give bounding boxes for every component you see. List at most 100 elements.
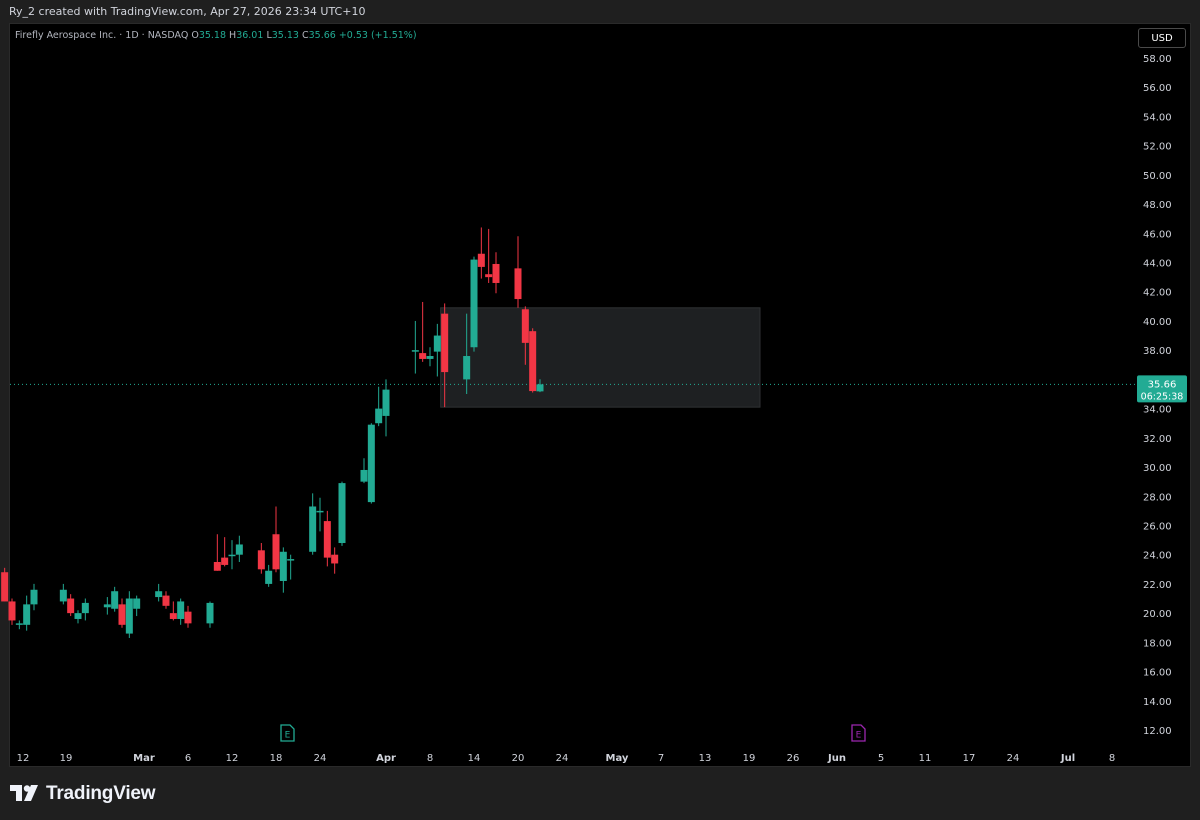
candle bbox=[338, 481, 346, 546]
candle-body bbox=[411, 350, 419, 352]
x-axis-label: 18 bbox=[270, 753, 283, 764]
earnings-marker[interactable]: E bbox=[280, 724, 295, 742]
candle-body bbox=[463, 356, 471, 380]
candle-body bbox=[492, 263, 500, 283]
candle-body bbox=[74, 613, 82, 619]
candle bbox=[331, 547, 339, 574]
candle-body bbox=[206, 602, 214, 624]
earnings-marker[interactable]: E bbox=[851, 724, 866, 742]
candle-body bbox=[1, 572, 9, 602]
brand-name: TradingView bbox=[46, 783, 156, 804]
earnings-label: E bbox=[285, 731, 291, 741]
x-axis-label: 13 bbox=[699, 753, 712, 764]
candle-body bbox=[323, 521, 331, 558]
candle bbox=[111, 586, 119, 612]
candle-body bbox=[521, 309, 529, 343]
y-axis-label: 38.00 bbox=[1143, 346, 1172, 357]
candle bbox=[309, 493, 317, 555]
candle-body bbox=[265, 570, 273, 584]
candle-body bbox=[419, 353, 427, 359]
candle bbox=[177, 598, 185, 625]
close-value: 35.66 bbox=[308, 30, 336, 41]
candle-body bbox=[133, 598, 141, 609]
candle-body bbox=[477, 253, 485, 267]
candle-body bbox=[287, 559, 295, 561]
candle bbox=[221, 537, 229, 567]
candle-body bbox=[177, 601, 185, 619]
range-zone-box bbox=[440, 307, 761, 408]
candle bbox=[485, 228, 493, 283]
x-axis-label: Jun bbox=[827, 753, 846, 764]
x-axis-label: 24 bbox=[556, 753, 569, 764]
x-axis-label: 24 bbox=[1007, 753, 1020, 764]
candle-body bbox=[257, 550, 265, 570]
candle-body bbox=[8, 601, 16, 621]
candle bbox=[382, 379, 390, 437]
x-axis-label: Jul bbox=[1060, 753, 1075, 764]
candle bbox=[23, 595, 31, 631]
candle bbox=[375, 386, 383, 427]
candle-body bbox=[441, 313, 449, 373]
candlestick-chart[interactable]: 58.00 56.00 54.00 52.00 50.00 48.00 46.00 44.00… bbox=[0, 0, 1200, 820]
candle-body bbox=[15, 623, 23, 625]
candle bbox=[125, 591, 133, 638]
candle-body bbox=[221, 557, 229, 565]
candle bbox=[529, 328, 537, 393]
candle bbox=[15, 620, 23, 630]
candle-body bbox=[426, 356, 434, 359]
x-axis-label: 17 bbox=[963, 753, 976, 764]
tradingview-logo-icon bbox=[10, 785, 38, 801]
y-axis-label: 24.00 bbox=[1143, 551, 1172, 562]
candle bbox=[30, 583, 38, 611]
candle-body bbox=[375, 408, 383, 424]
candle bbox=[213, 534, 221, 571]
x-axis-label: 19 bbox=[60, 753, 73, 764]
candle bbox=[162, 591, 170, 609]
x-axis-label: 12 bbox=[17, 753, 30, 764]
candle-body bbox=[485, 274, 493, 278]
last-price-value: 35.66 bbox=[1148, 379, 1177, 390]
candle-body bbox=[59, 589, 67, 602]
y-axis-label: 52.00 bbox=[1143, 142, 1172, 153]
tradingview-logo: TradingView bbox=[10, 783, 156, 805]
candle bbox=[118, 598, 126, 628]
candle-body bbox=[309, 506, 317, 552]
candle bbox=[206, 601, 214, 628]
candle bbox=[316, 497, 324, 532]
candle-body bbox=[382, 389, 390, 416]
y-axis-label: 46.00 bbox=[1143, 229, 1172, 240]
candle-body bbox=[162, 595, 170, 606]
candle-body bbox=[433, 335, 441, 352]
x-axis-label: 8 bbox=[1109, 753, 1115, 764]
candle-body bbox=[235, 544, 243, 555]
currency-button[interactable]: USD bbox=[1138, 28, 1186, 48]
x-axis-label: May bbox=[606, 753, 629, 764]
symbol-legend: Firefly Aerospace Inc. · 1D · NASDAQ O35… bbox=[15, 30, 417, 41]
change-value: +0.53 (+1.51%) bbox=[338, 30, 417, 41]
candle bbox=[279, 547, 287, 593]
y-axis-label: 42.00 bbox=[1143, 288, 1172, 299]
candle bbox=[59, 583, 67, 605]
y-axis-label: 12.00 bbox=[1143, 726, 1172, 737]
candle bbox=[169, 601, 177, 621]
y-axis-label: 40.00 bbox=[1143, 317, 1172, 328]
candle bbox=[74, 610, 82, 624]
candle bbox=[411, 320, 419, 374]
candle bbox=[272, 506, 280, 573]
candle bbox=[477, 227, 485, 279]
x-axis-label: 6 bbox=[185, 753, 191, 764]
candle bbox=[67, 594, 75, 617]
candle-body bbox=[111, 591, 119, 609]
candle-body bbox=[360, 469, 368, 482]
bar-countdown: 06:25:38 bbox=[1141, 391, 1184, 402]
y-axis-label: 58.00 bbox=[1143, 54, 1172, 65]
y-axis-label: 34.00 bbox=[1143, 405, 1172, 416]
candle-body bbox=[272, 534, 280, 570]
candle-body bbox=[213, 562, 221, 571]
x-axis-label: 26 bbox=[787, 753, 800, 764]
y-axis-label: 26.00 bbox=[1143, 521, 1172, 532]
candle bbox=[419, 301, 427, 362]
symbol-title: Firefly Aerospace Inc. · 1D · NASDAQ bbox=[15, 30, 189, 41]
candle bbox=[257, 543, 265, 574]
candle-body bbox=[155, 591, 163, 598]
